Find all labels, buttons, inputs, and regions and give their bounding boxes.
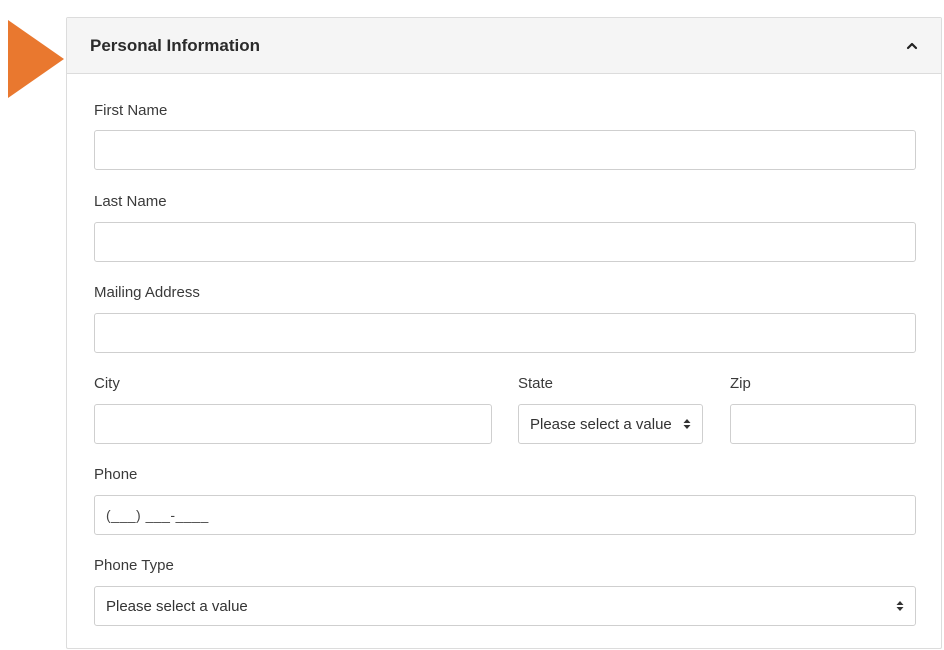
panel-title: Personal Information [90, 35, 261, 55]
phone-type-select-value: Please select a value [106, 597, 248, 615]
city-input[interactable] [94, 404, 492, 444]
phone-input[interactable]: (___) ___-____ [94, 495, 916, 535]
sort-icon [683, 419, 691, 429]
first-name-input[interactable] [94, 130, 916, 170]
phone-input-mask: (___) ___-____ [106, 507, 209, 523]
state-select-value: Please select a value [530, 415, 672, 433]
phone-type-select[interactable]: Please select a value [94, 586, 916, 626]
last-name-label: Last Name [94, 193, 167, 210]
first-name-label: First Name [94, 102, 168, 119]
city-label: City [94, 375, 120, 392]
personal-information-panel: Personal Information First Name Last Nam… [66, 17, 942, 649]
panel-header[interactable]: Personal Information [67, 18, 941, 74]
state-select[interactable]: Please select a value [518, 404, 703, 444]
chevron-up-icon[interactable] [905, 39, 919, 53]
zip-input[interactable] [730, 404, 916, 444]
mailing-address-label: Mailing Address [94, 284, 200, 301]
phone-type-label: Phone Type [94, 557, 174, 574]
pointer-arrow-icon [8, 20, 64, 98]
sort-icon [896, 601, 904, 611]
phone-label: Phone [94, 466, 138, 483]
state-label: State [518, 375, 554, 392]
zip-label: Zip [730, 375, 751, 392]
last-name-input[interactable] [94, 222, 916, 262]
mailing-address-input[interactable] [94, 313, 916, 353]
